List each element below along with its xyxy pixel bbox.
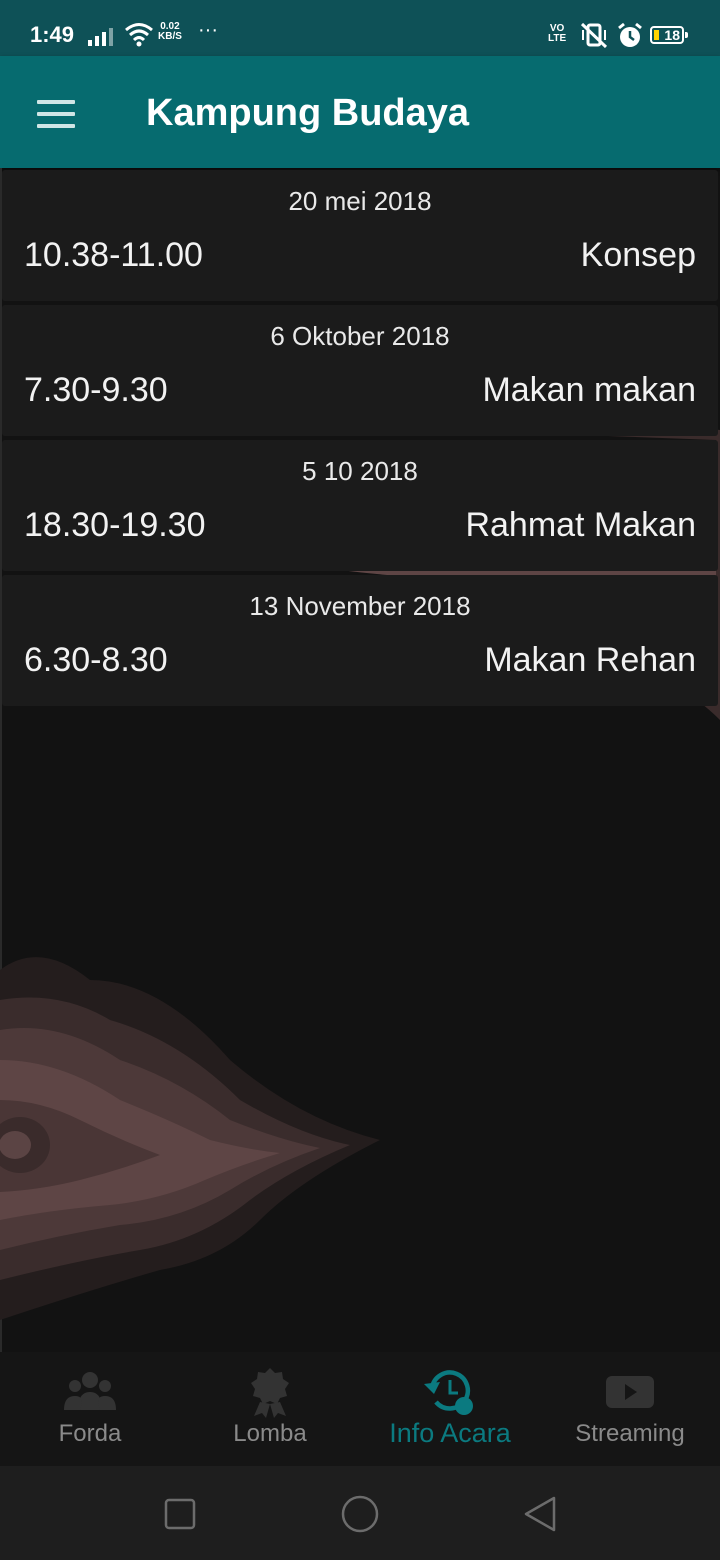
nav-label: Streaming (575, 1420, 685, 1447)
battery-icon: 18 (650, 26, 688, 44)
alarm-icon (616, 22, 644, 55)
battery-level: 18 (664, 27, 680, 43)
group-icon (64, 1372, 116, 1410)
recent-apps-icon[interactable] (158, 1492, 202, 1536)
event-title: Rahmat Makan (465, 506, 696, 544)
event-title: Konsep (580, 236, 696, 274)
nav-item-streaming[interactable]: Streaming (540, 1352, 720, 1466)
event-date: 20 mei 2018 (288, 186, 432, 216)
volte-bottom: LTE (548, 33, 567, 44)
nav-label: Lomba (233, 1420, 307, 1447)
system-navigation-bar (0, 1466, 720, 1560)
event-date: 6 Oktober 2018 (270, 321, 450, 351)
home-icon[interactable] (338, 1492, 382, 1536)
wifi-icon (124, 22, 154, 53)
app-bar: Kampung Budaya (0, 56, 720, 168)
list-item[interactable]: 5 10 2018 18.30-19.30 Rahmat Makan (2, 440, 718, 571)
list-item[interactable]: 13 November 2018 6.30-8.30 Makan Rehan (2, 575, 718, 706)
bottom-navigation: Forda Lomba Info Acara Streaming (0, 1352, 720, 1466)
nav-item-lomba[interactable]: Lomba (180, 1352, 360, 1466)
event-time: 7.30-9.30 (24, 371, 168, 409)
vibrate-off-icon (578, 22, 610, 53)
back-icon[interactable] (518, 1492, 562, 1536)
signal-icon (88, 28, 116, 51)
award-icon (251, 1368, 289, 1418)
list-item[interactable]: 20 mei 2018 10.38-11.00 Konsep (2, 170, 718, 301)
nav-label: Forda (58, 1420, 122, 1447)
event-title: Makan makan (482, 371, 696, 409)
volte-indicator: VO LTE (548, 24, 566, 44)
event-time: 10.38-11.00 (24, 236, 203, 274)
status-time: 1:49 (30, 22, 75, 47)
net-speed: 0.02 KB/S (158, 22, 182, 42)
menu-icon[interactable] (30, 94, 82, 134)
schedule-icon (424, 1370, 473, 1415)
nav-label: Info Acara (389, 1418, 511, 1448)
nav-item-forda[interactable]: Forda (0, 1352, 180, 1466)
event-title: Makan Rehan (484, 641, 696, 679)
more-notifications-icon: ··· (198, 19, 218, 41)
net-speed-unit: KB/S (158, 31, 182, 42)
event-date: 13 November 2018 (249, 591, 471, 621)
nav-item-info-acara[interactable]: Info Acara (360, 1352, 540, 1466)
event-time: 6.30-8.30 (24, 641, 168, 679)
page-title: Kampung Budaya (146, 92, 470, 134)
list-item[interactable]: 6 Oktober 2018 7.30-9.30 Makan makan (2, 305, 718, 436)
event-list: 20 mei 2018 10.38-11.00 Konsep 6 Oktober… (2, 170, 718, 710)
status-bar: 1:49 0.02 KB/S ··· VO LTE 18 (0, 0, 720, 56)
event-date: 5 10 2018 (302, 456, 418, 486)
event-time: 18.30-19.30 (24, 506, 206, 544)
youtube-icon (606, 1376, 654, 1408)
